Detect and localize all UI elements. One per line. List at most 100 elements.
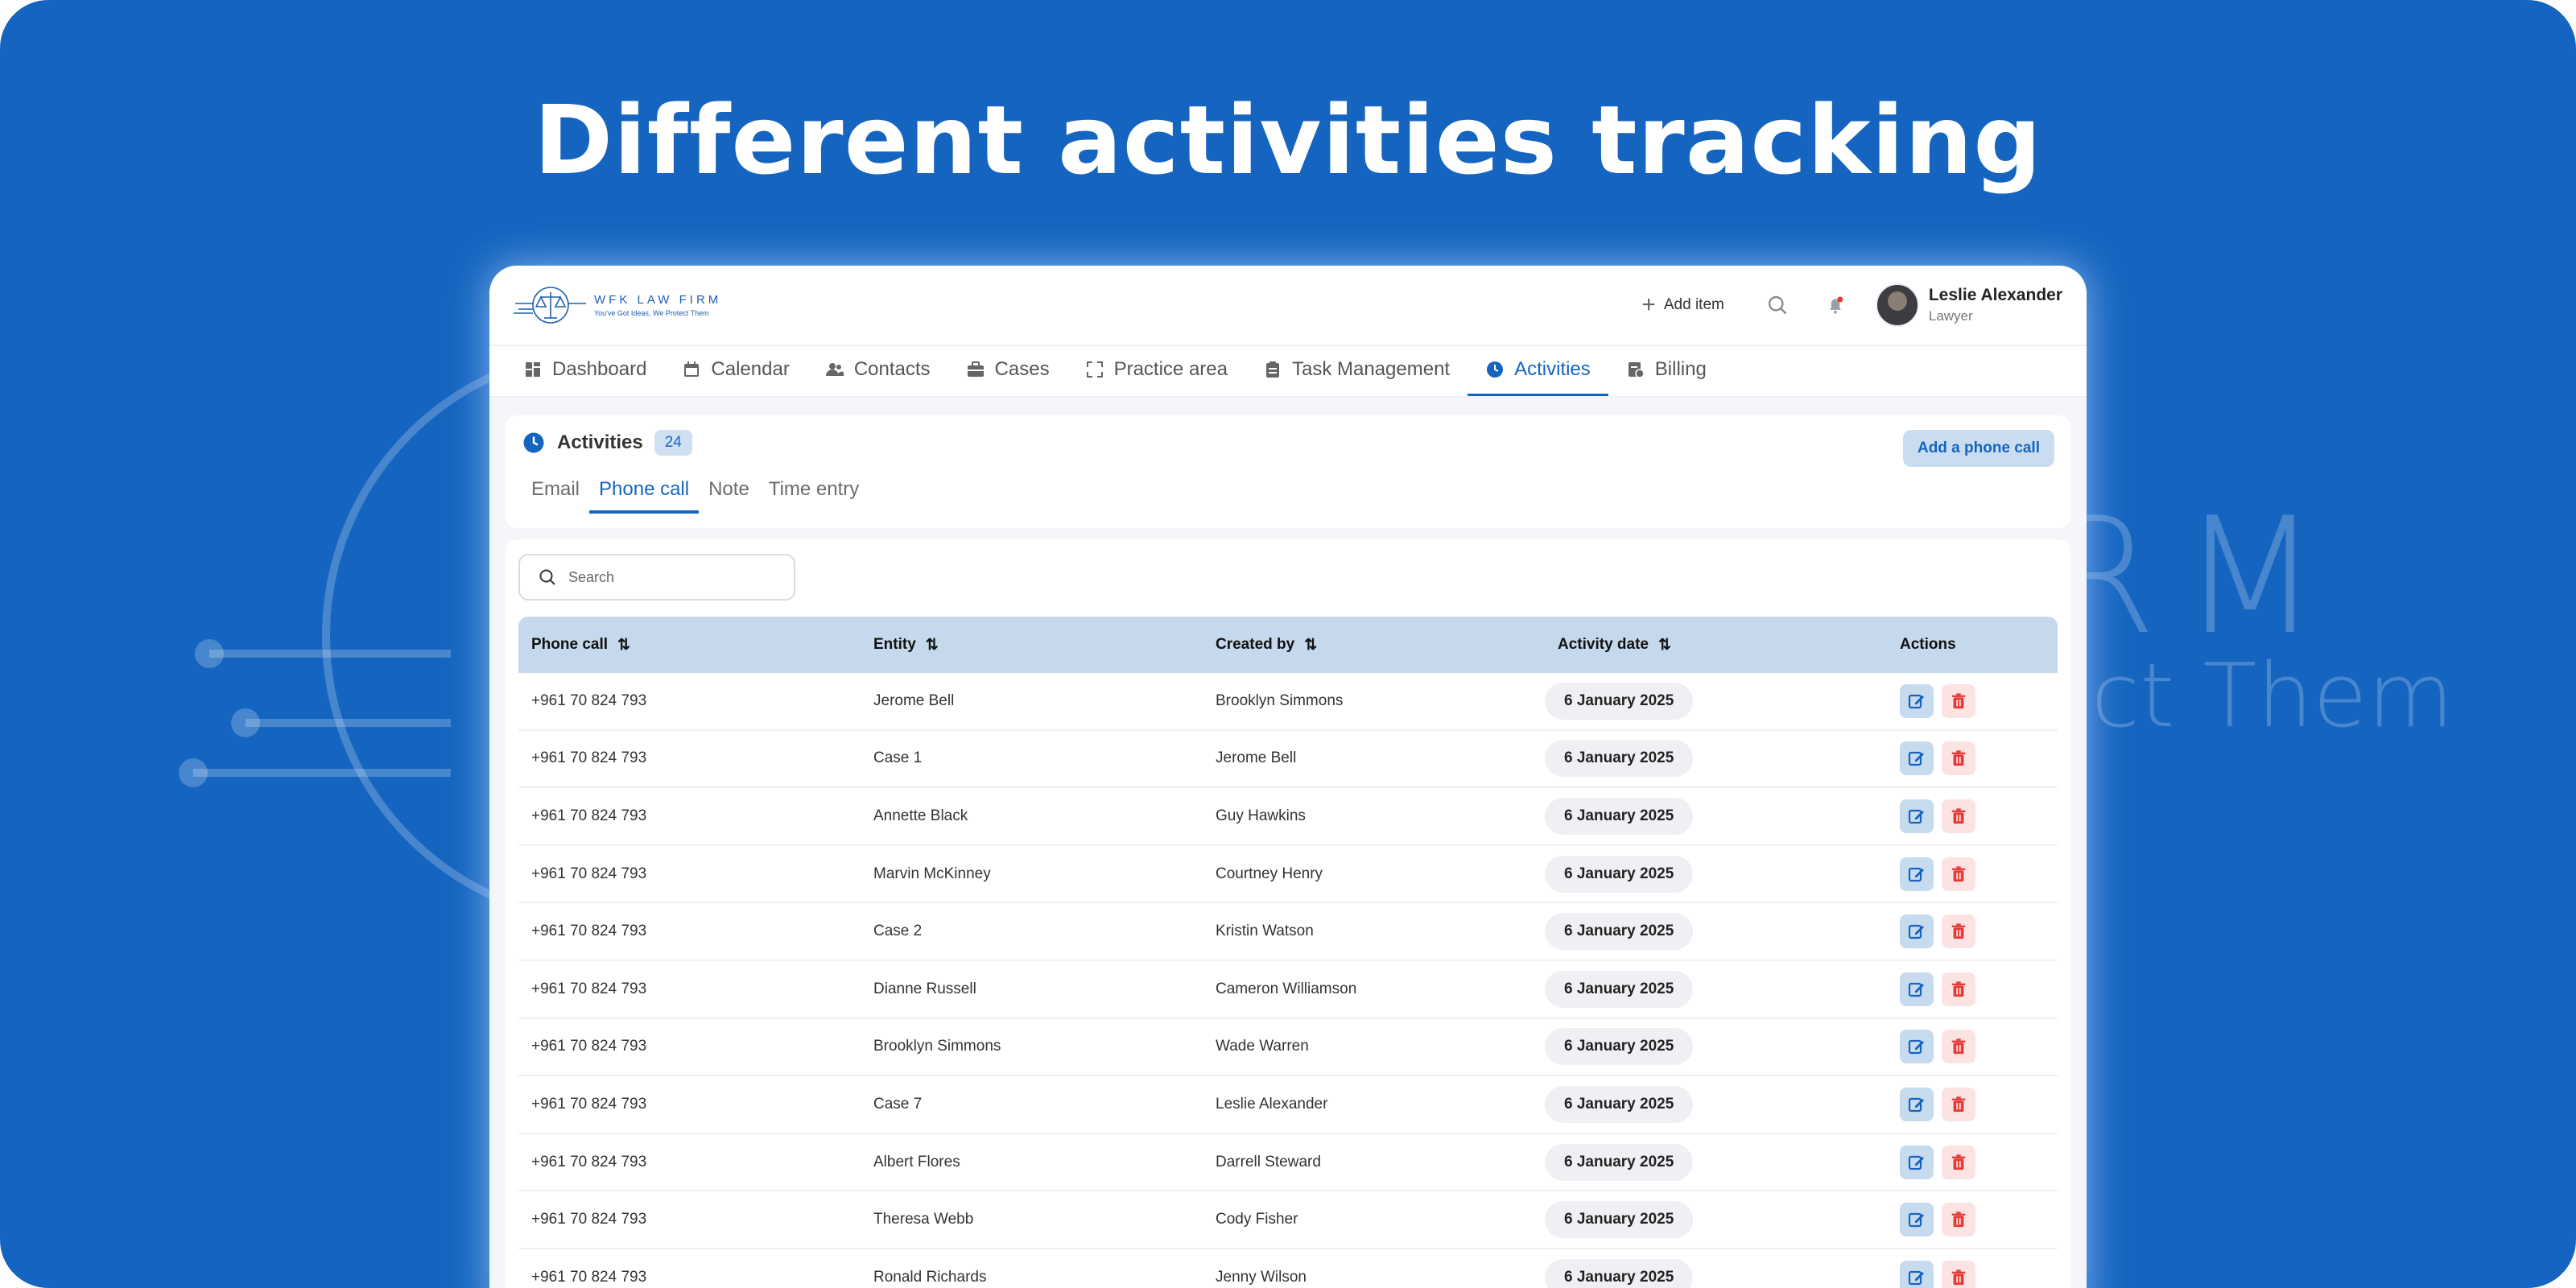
delete-button[interactable] <box>1942 741 1975 776</box>
activities-header-card: Activities 24 Add a phone call Email Pho… <box>506 415 2070 528</box>
table-row[interactable]: +961 70 824 793 Brooklyn Simmons Wade Wa… <box>518 1019 2058 1077</box>
watermark-text: RM <box>2045 483 2344 671</box>
dashboard-icon <box>526 361 540 377</box>
delete-button[interactable] <box>1942 857 1975 891</box>
edit-button[interactable] <box>1900 1030 1934 1064</box>
clock-icon <box>523 432 544 453</box>
notifications-button[interactable] <box>1818 287 1853 323</box>
nav-item-task-management[interactable]: Task Management <box>1245 345 1468 396</box>
delete-button[interactable] <box>1942 1203 1975 1237</box>
table-row[interactable]: +961 70 824 793 Case 1 Jerome Bell 6 Jan… <box>518 731 2058 789</box>
nav-item-contacts[interactable]: Contacts <box>807 345 948 396</box>
nav-item-cases[interactable]: Cases <box>948 345 1067 396</box>
cell-entity: Jerome Bell <box>873 691 955 709</box>
table-row[interactable]: +961 70 824 793 Ronald Richards Jenny Wi… <box>518 1249 2058 1288</box>
edit-button[interactable] <box>1900 799 1934 833</box>
edit-button[interactable] <box>1900 1260 1934 1288</box>
edit-button[interactable] <box>1900 683 1934 718</box>
cell-entity: Case 2 <box>873 923 923 940</box>
delete-button[interactable] <box>1942 1145 1975 1179</box>
sort-icon[interactable]: ⇅ <box>926 636 939 654</box>
billing-icon <box>1628 361 1645 378</box>
cell-date: 6 January 2025 <box>1545 797 1694 835</box>
column-label: Entity <box>873 636 916 653</box>
sort-icon[interactable]: ⇅ <box>1304 636 1317 654</box>
edit-button[interactable] <box>1900 741 1934 776</box>
content-area: Activities 24 Add a phone call Email Pho… <box>489 398 2087 1288</box>
column-header-phone-call[interactable]: Phone call ⇅ <box>518 636 861 654</box>
search-button[interactable] <box>1760 287 1795 323</box>
edit-icon <box>1908 1097 1924 1113</box>
table-row[interactable]: +961 70 824 793 Case 2 Kristin Watson 6 … <box>518 903 2058 961</box>
table-row[interactable]: +961 70 824 793 Albert Flores Darrell St… <box>518 1134 2058 1192</box>
search-placeholder: Search <box>568 568 615 585</box>
column-label: Actions <box>1900 636 1956 653</box>
subtab-phone-call[interactable]: Phone call <box>589 478 700 514</box>
cell-phone: +961 70 824 793 <box>531 1211 647 1228</box>
edit-button[interactable] <box>1900 1145 1934 1179</box>
avatar <box>1875 283 1919 327</box>
cell-date: 6 January 2025 <box>1545 970 1694 1008</box>
edit-button[interactable] <box>1900 1087 1934 1121</box>
cell-date: 6 January 2025 <box>1545 913 1694 951</box>
briefcase-icon <box>967 361 984 377</box>
table-row[interactable]: +961 70 824 793 Annette Black Guy Hawkin… <box>518 788 2058 846</box>
edit-icon <box>1908 752 1924 766</box>
delete-button[interactable] <box>1942 1260 1975 1288</box>
sort-icon[interactable]: ⇅ <box>617 636 630 654</box>
nav-item-activities[interactable]: Activities <box>1468 345 1608 396</box>
cell-date: 6 January 2025 <box>1545 682 1694 720</box>
calendar-icon <box>684 361 700 377</box>
logo-tagline: You've Got Ideas, We Protect Them <box>594 309 709 317</box>
logo[interactable]: WFK LAW FIRM You've Got Ideas, We Protec… <box>514 283 721 328</box>
subtab-note[interactable]: Note <box>699 478 759 514</box>
trash-icon <box>1951 693 1966 708</box>
table-row[interactable]: +961 70 824 793 Marvin McKinney Courtney… <box>518 846 2058 904</box>
table-row[interactable]: +961 70 824 793 Jerome Bell Brooklyn Sim… <box>518 673 2058 731</box>
trash-icon <box>1951 981 1966 997</box>
cell-created-by: Kristin Watson <box>1216 923 1314 940</box>
search-input[interactable]: Search <box>518 554 795 601</box>
cell-date: 6 January 2025 <box>1545 1143 1694 1181</box>
subtab-email[interactable]: Email <box>522 478 589 514</box>
cell-phone: +961 70 824 793 <box>531 923 647 940</box>
cell-created-by: Cameron Williamson <box>1216 980 1357 997</box>
column-label: Phone call <box>531 636 609 653</box>
cell-created-by: Courtney Henry <box>1216 865 1323 882</box>
nav-item-calendar[interactable]: Calendar <box>664 345 807 396</box>
table-row[interactable]: +961 70 824 793 Case 7 Leslie Alexander … <box>518 1076 2058 1134</box>
edit-button[interactable] <box>1900 857 1934 891</box>
nav-item-practice-area[interactable]: Practice area <box>1067 345 1245 396</box>
subtab-time-entry[interactable]: Time entry <box>759 478 869 514</box>
add-phone-call-button[interactable]: Add a phone call <box>1902 430 2054 467</box>
trash-icon <box>1951 1096 1966 1113</box>
delete-button[interactable] <box>1942 683 1975 718</box>
table-row[interactable]: +961 70 824 793 Theresa Webb Cody Fisher… <box>518 1191 2058 1249</box>
count-badge: 24 <box>654 430 692 456</box>
nav-item-dashboard[interactable]: Dashboard <box>506 345 664 396</box>
sort-icon[interactable]: ⇅ <box>1658 636 1671 654</box>
edit-button[interactable] <box>1900 972 1934 1006</box>
column-header-created-by[interactable]: Created by ⇅ <box>1203 636 1545 654</box>
contacts-icon <box>825 362 844 376</box>
trash-icon <box>1951 865 1966 881</box>
delete-button[interactable] <box>1942 914 1975 949</box>
cell-created-by: Cody Fisher <box>1216 1211 1298 1228</box>
user-menu[interactable]: Leslie Alexander Lawyer <box>1875 283 2062 327</box>
delete-button[interactable] <box>1942 972 1975 1006</box>
table-row[interactable]: +961 70 824 793 Dianne Russell Cameron W… <box>518 961 2058 1019</box>
cell-created-by: Jenny Wilson <box>1216 1268 1307 1286</box>
plus-icon: + <box>1641 291 1656 318</box>
add-item-button[interactable]: + Add item <box>1629 284 1737 326</box>
delete-button[interactable] <box>1942 799 1975 833</box>
cell-entity: Marvin McKinney <box>873 865 991 882</box>
column-header-activity-date[interactable]: Activity date ⇅ <box>1545 636 1887 654</box>
column-header-entity[interactable]: Entity ⇅ <box>861 636 1203 654</box>
delete-button[interactable] <box>1942 1030 1975 1064</box>
nav-item-billing[interactable]: Billing <box>1608 345 1724 396</box>
column-header-actions: Actions <box>1887 636 2058 654</box>
edit-button[interactable] <box>1900 914 1934 949</box>
edit-button[interactable] <box>1900 1203 1934 1237</box>
edit-icon <box>1908 982 1924 997</box>
delete-button[interactable] <box>1942 1087 1975 1121</box>
